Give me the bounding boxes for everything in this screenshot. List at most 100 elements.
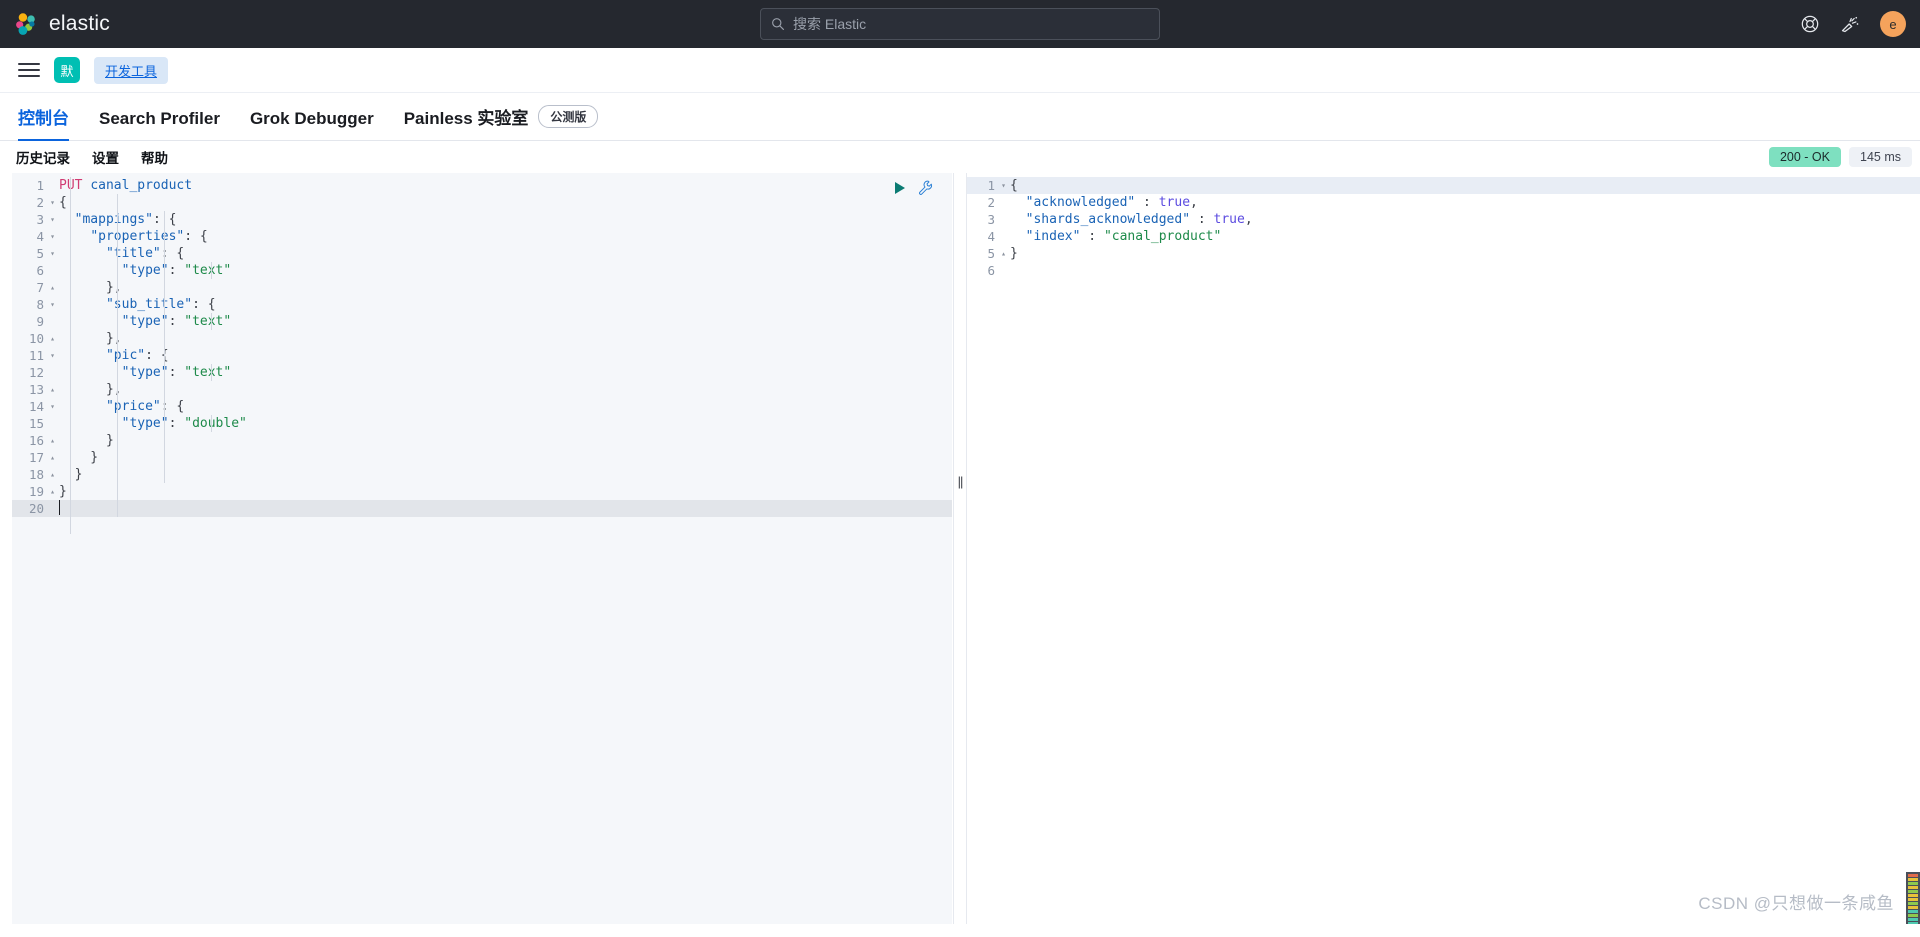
editor-left-margin xyxy=(0,173,12,924)
code-text: "index" : "canal_product" xyxy=(1025,229,1222,244)
code-line[interactable]: 16 ▴ } xyxy=(12,432,952,449)
tab-label: Search Profiler xyxy=(99,109,220,128)
fold-arrow-icon[interactable]: ▾ xyxy=(997,177,1010,194)
line-number: 1 xyxy=(36,178,44,193)
code-line[interactable]: 4 ▾ "properties": { xyxy=(12,228,952,245)
code-line[interactable]: 11 ▾ "pic": { xyxy=(12,347,952,364)
code-text: { xyxy=(59,195,67,210)
tab-console[interactable]: 控制台 xyxy=(18,104,69,141)
code-line[interactable]: 18 ▴ } xyxy=(12,466,952,483)
breadcrumb[interactable]: 开发工具 xyxy=(94,56,169,84)
line-number: 12 xyxy=(28,365,44,380)
fold-arrow-icon[interactable]: ▴ xyxy=(997,245,1010,262)
space-badge[interactable]: 默 xyxy=(54,57,80,83)
settings-link[interactable]: 设置 xyxy=(92,147,119,167)
pane-resizer[interactable]: || xyxy=(953,173,967,924)
code-line[interactable]: 6 xyxy=(967,262,1920,279)
fold-arrow-icon[interactable]: ▾ xyxy=(46,398,59,415)
code-line[interactable]: 3 "shards_acknowledged" : true, xyxy=(967,211,1920,228)
header-actions: e xyxy=(1800,11,1906,37)
fold-arrow-icon[interactable]: ▾ xyxy=(46,228,59,245)
code-line[interactable]: 15 "type": "double" xyxy=(12,415,952,432)
code-line[interactable]: 17 ▴ } xyxy=(12,449,952,466)
code-line[interactable]: 19 ▴} xyxy=(12,483,952,500)
elastic-logo-icon xyxy=(16,13,35,35)
code-line[interactable]: 10 ▴ }, xyxy=(12,330,952,347)
code-line[interactable]: 12 "type": "text" xyxy=(12,364,952,381)
fold-arrow-icon[interactable]: ▾ xyxy=(46,211,59,228)
code-line[interactable]: 20 xyxy=(12,500,952,517)
line-number: 2 xyxy=(36,195,44,210)
code-line[interactable]: 3 ▾ "mappings": { xyxy=(12,211,952,228)
fold-arrow-icon[interactable]: ▾ xyxy=(46,194,59,211)
code-text: "type": "text" xyxy=(121,263,232,278)
code-text: "type": "text" xyxy=(121,365,232,380)
line-number: 6 xyxy=(987,263,995,278)
hamburger-menu-icon[interactable] xyxy=(18,59,40,81)
line-number: 7 xyxy=(36,280,44,295)
response-code[interactable]: 1 ▾{2 "acknowledged" : true, 3 "shards_ack… xyxy=(967,173,1920,279)
code-line[interactable]: 5 ▴} xyxy=(967,245,1920,262)
help-link[interactable]: 帮助 xyxy=(141,147,168,167)
announcement-icon[interactable] xyxy=(1840,14,1860,34)
tab-label: Painless 实验室 xyxy=(403,109,529,128)
code-line[interactable]: 2 "acknowledged" : true, xyxy=(967,194,1920,211)
request-editor[interactable]: 1PUT canal_product2▾{3▾ "mappings": {4▾ … xyxy=(12,173,953,924)
fold-arrow-icon[interactable]: ▾ xyxy=(46,245,59,262)
tab-bar: 控制台 Search Profiler Grok Debugger Painle… xyxy=(0,93,1920,141)
fold-arrow-icon[interactable]: ▴ xyxy=(46,483,59,500)
history-link[interactable]: 历史记录 xyxy=(16,147,70,167)
code-line[interactable]: 1 PUT canal_product xyxy=(12,177,952,194)
code-line[interactable]: 5 ▾ "title": { xyxy=(12,245,952,262)
indent-guide xyxy=(211,415,212,432)
code-text: }, xyxy=(59,331,122,346)
request-code[interactable]: 1PUT canal_product2▾{3▾ "mappings": {4▾ … xyxy=(12,173,952,517)
code-line[interactable]: 1 ▾{ xyxy=(967,177,1920,194)
code-line[interactable]: 13 ▴ }, xyxy=(12,381,952,398)
lifebuoy-help-icon[interactable] xyxy=(1800,14,1820,34)
brand-name: elastic xyxy=(49,12,110,35)
request-editor-pane: 1PUT canal_product2▾{3▾ "mappings": {4▾ … xyxy=(0,173,953,924)
code-line[interactable]: 2 ▾{ xyxy=(12,194,952,211)
code-text: } xyxy=(1010,246,1018,261)
code-line[interactable]: 14 ▾ "price": { xyxy=(12,398,952,415)
code-text: } xyxy=(59,433,114,448)
tab-painless-lab[interactable]: Painless 实验室 公测版 xyxy=(404,104,599,140)
code-line[interactable]: 4 "index" : "canal_product" xyxy=(967,228,1920,245)
code-text: } xyxy=(59,484,67,499)
fold-arrow-icon[interactable]: ▴ xyxy=(46,449,59,466)
code-line[interactable]: 8 ▾ "sub_title": { xyxy=(12,296,952,313)
indent-guide xyxy=(164,211,165,483)
line-number: 1 xyxy=(987,178,995,193)
code-text: { xyxy=(1010,178,1018,193)
code-line[interactable]: 9 "type": "text" xyxy=(12,313,952,330)
brand[interactable]: elastic xyxy=(14,0,110,48)
line-number: 4 xyxy=(987,229,995,244)
response-pane: 1 ▾{2 "acknowledged" : true, 3 "shards_ack… xyxy=(967,173,1920,924)
tab-grok-debugger[interactable]: Grok Debugger xyxy=(250,109,374,140)
fold-arrow-icon[interactable]: ▴ xyxy=(46,432,59,449)
fold-arrow-icon[interactable]: ▴ xyxy=(46,279,59,296)
wrench-settings-icon[interactable] xyxy=(917,179,934,196)
indent-guide xyxy=(70,177,71,534)
resizer-grip: || xyxy=(957,474,964,489)
editor-action-buttons xyxy=(892,179,934,196)
minimap-strip[interactable] xyxy=(1906,872,1920,924)
fold-arrow-icon[interactable]: ▴ xyxy=(46,330,59,347)
code-line[interactable]: 7 ▴ }, xyxy=(12,279,952,296)
fold-arrow-icon[interactable]: ▴ xyxy=(46,381,59,398)
fold-arrow-icon[interactable]: ▾ xyxy=(46,347,59,364)
fold-arrow-icon[interactable]: ▾ xyxy=(46,296,59,313)
line-number: 10 xyxy=(28,331,44,346)
fold-arrow-icon[interactable]: ▴ xyxy=(46,466,59,483)
code-text: "type": "text" xyxy=(121,314,232,329)
global-search-input[interactable]: 搜索 Elastic xyxy=(760,8,1160,40)
indent-guide xyxy=(211,313,212,330)
tab-search-profiler[interactable]: Search Profiler xyxy=(99,109,220,140)
indent-guide xyxy=(211,262,212,279)
line-number: 18 xyxy=(28,467,44,482)
code-line[interactable]: 6 "type": "text" xyxy=(12,262,952,279)
secondary-nav: 默 开发工具 xyxy=(0,48,1920,93)
play-send-request-icon[interactable] xyxy=(892,180,908,196)
user-avatar[interactable]: e xyxy=(1880,11,1906,37)
